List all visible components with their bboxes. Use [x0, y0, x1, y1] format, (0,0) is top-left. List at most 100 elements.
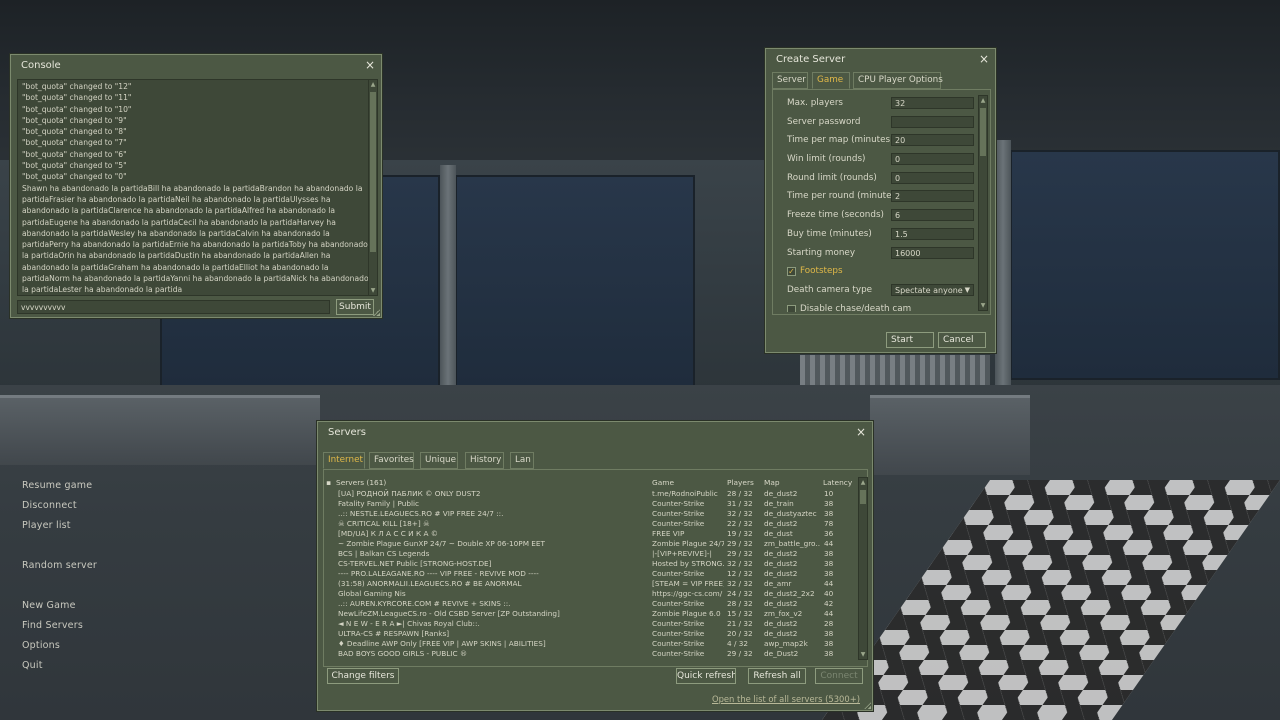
- server-cell-name: Global Gaming Nis: [338, 589, 406, 598]
- column-header-latency[interactable]: Latency: [823, 478, 852, 487]
- close-icon[interactable]: ×: [979, 52, 989, 66]
- column-header-servers[interactable]: Servers (161): [336, 478, 386, 487]
- quick-refresh-button[interactable]: Quick refresh: [676, 668, 736, 684]
- freeze-time-input[interactable]: 6: [891, 209, 974, 222]
- server-cell-map: zm_battle_gro...: [764, 539, 820, 548]
- server-row[interactable]: BCS | Balkan CS Legends |-[VIP+REVIVE]-| 2…: [326, 549, 862, 559]
- menu-new-game[interactable]: New Game: [22, 596, 172, 616]
- server-row[interactable]: Fatality Family | Public Counter-Strike 31…: [326, 499, 862, 509]
- time-per-map-input[interactable]: 20: [891, 134, 974, 147]
- tab-game[interactable]: Game: [812, 72, 850, 89]
- server-cell-name: ◄ N E W - E R A ►| Chivas Royal Club::.: [338, 619, 480, 628]
- scroll-down-icon[interactable]: ▼: [859, 650, 867, 659]
- disable-chase-checkbox[interactable]: [787, 304, 796, 312]
- server-row[interactable]: ♦ Deadline AWP Only [FREE VIP | AWP SKIN…: [326, 639, 862, 649]
- submit-button[interactable]: Submit: [336, 299, 374, 315]
- console-window: Console × "bot_quota" changed to "12" "b…: [10, 54, 382, 318]
- buy-time-input[interactable]: 1.5: [891, 227, 974, 240]
- server-row[interactable]: BAD BOYS GOOD GIRLS - PUBLIC ® Counter-St…: [326, 649, 862, 659]
- change-filters-button[interactable]: Change filters: [327, 668, 399, 684]
- time-per-round-input[interactable]: 2: [891, 190, 974, 203]
- menu-disconnect[interactable]: Disconnect: [22, 496, 172, 516]
- resize-grip-icon[interactable]: [373, 309, 380, 316]
- tab-lan[interactable]: Lan: [510, 452, 534, 469]
- console-line: "bot_quota" changed to "10": [22, 104, 132, 114]
- scroll-down-icon[interactable]: ▼: [979, 301, 987, 310]
- background-bench: [0, 395, 320, 465]
- servers-scrollbar[interactable]: ▲ ▼: [858, 477, 868, 660]
- start-button[interactable]: Start: [886, 332, 934, 348]
- tab-server[interactable]: Server: [772, 72, 808, 89]
- server-row[interactable]: ..:: NESTLE.LEAGUECS.RO # VIP FREE 24/7 …: [326, 509, 862, 519]
- column-header-players[interactable]: Players: [727, 478, 754, 487]
- server-cell-map: de_train: [764, 499, 794, 508]
- tab-favorites[interactable]: Favorites: [369, 452, 414, 469]
- server-cell-name: ---- PRO.LALEAGANE.RO ---- VIP FREE - RE…: [338, 569, 539, 578]
- console-scroll-thumb[interactable]: [370, 92, 376, 252]
- server-cell-latency: 38: [824, 569, 834, 578]
- server-row[interactable]: Global Gaming Nis https://ggc-cs.com/24 /…: [326, 589, 862, 599]
- server-row[interactable]: [UA] РОДНОЙ ПАБЛИК © ONLY DUST2 t.me/Rodn…: [326, 489, 862, 499]
- server-row[interactable]: ☠ CRITICAL KILL [18+] ☠ Counter-Strike 22 …: [326, 519, 862, 529]
- server-row[interactable]: ULTRA-CS # RESPAWN [Ranks] Counter-Strike…: [326, 629, 862, 639]
- max-players-input[interactable]: 32: [891, 97, 974, 109]
- server-row[interactable]: ◄ N E W - E R A ►| Chivas Royal Club::. C…: [326, 619, 862, 629]
- scroll-down-icon[interactable]: ▼: [369, 286, 377, 295]
- server-cell-latency: 44: [824, 539, 834, 548]
- win-limit-input[interactable]: 0: [891, 153, 974, 166]
- server-row[interactable]: ---- PRO.LALEAGANE.RO ---- VIP FREE - RE…: [326, 569, 862, 579]
- scroll-up-icon[interactable]: ▲: [979, 96, 987, 105]
- server-row[interactable]: [MD/UA] К Л А С С И К А © FREE VIP 19 / 32…: [326, 529, 862, 539]
- server-row[interactable]: (31:58) ANORMALII.LEAGUECS.RO # BE ANORM…: [326, 579, 862, 589]
- resize-grip-icon[interactable]: [864, 702, 871, 709]
- tab-internet[interactable]: Internet: [323, 452, 365, 469]
- server-row[interactable]: ..:: AUREN.KYRCORE.COM # REVIVE + SKINS …: [326, 599, 862, 609]
- server-row[interactable]: NewLifeZM.LeagueCS.ro - Old CSBD Server …: [326, 609, 862, 619]
- menu-quit[interactable]: Quit: [22, 656, 172, 676]
- console-input[interactable]: vvvvvvvvvv: [17, 300, 330, 314]
- field-label: Time per map (minutes): [787, 135, 894, 146]
- close-icon[interactable]: ×: [856, 425, 866, 439]
- cancel-button[interactable]: Cancel: [938, 332, 986, 348]
- server-row[interactable]: CS-TERVEL.NET Public [STRONG-HOST.DE] Hos…: [326, 559, 862, 569]
- server-cell-map: de_dust2: [764, 629, 798, 638]
- close-icon[interactable]: ×: [365, 58, 375, 72]
- menu-random-server[interactable]: Random server: [22, 556, 172, 576]
- round-limit-input[interactable]: 0: [891, 171, 974, 184]
- menu-player-list[interactable]: Player list: [22, 516, 172, 536]
- server-row[interactable]: ~ Zombie Plague GunXP 24/7 ~ Double XP 0…: [326, 539, 862, 549]
- server-cell-game: |-[VIP+REVIVE]-|: [652, 549, 712, 558]
- field-label: Win limit (rounds): [787, 154, 866, 165]
- column-header-map[interactable]: Map: [764, 478, 780, 487]
- create-server-scroll-thumb[interactable]: [980, 108, 986, 156]
- server-password-input[interactable]: [891, 115, 974, 128]
- field-label: Time per round (minutes): [787, 191, 900, 202]
- scroll-up-icon[interactable]: ▲: [369, 80, 377, 89]
- footsteps-checkbox[interactable]: ✓: [787, 267, 796, 277]
- servers-scroll-thumb[interactable]: [860, 490, 866, 504]
- field-server-password: Server password: [778, 114, 984, 133]
- field-time-per-round: Time per round (minutes) 2: [778, 188, 984, 207]
- disable-chase-label[interactable]: Disable chase/death cam: [800, 304, 911, 312]
- console-scrollbar[interactable]: ▲ ▼: [368, 80, 377, 295]
- create-server-scrollbar[interactable]: ▲ ▼: [978, 95, 988, 311]
- refresh-all-button[interactable]: Refresh all: [748, 668, 806, 684]
- menu-options[interactable]: Options: [22, 636, 172, 656]
- starting-money-input[interactable]: 16000: [891, 246, 974, 259]
- server-cell-game: Hosted by STRONG...: [652, 559, 724, 568]
- connect-button[interactable]: Connect: [815, 668, 863, 684]
- server-cell-players: 29 / 32: [727, 539, 753, 548]
- column-header-game[interactable]: Game: [652, 478, 674, 487]
- menu-resume-game[interactable]: Resume game: [22, 476, 172, 496]
- open-server-list-link[interactable]: Open the list of all servers (5300+): [712, 694, 860, 704]
- create-server-title: Create Server: [776, 54, 846, 65]
- tab-history[interactable]: History: [465, 452, 504, 469]
- footsteps-label[interactable]: Footsteps: [800, 266, 843, 276]
- tab-unique[interactable]: Unique: [420, 452, 458, 469]
- server-cell-latency: 38: [824, 549, 834, 558]
- scroll-up-icon[interactable]: ▲: [859, 478, 867, 487]
- tab-cpu-player-options[interactable]: CPU Player Options: [853, 72, 943, 89]
- death-camera-select[interactable]: Spectate anyone ▼: [891, 283, 974, 296]
- menu-find-servers[interactable]: Find Servers: [22, 616, 172, 636]
- server-cell-map: de_dust2: [764, 549, 798, 558]
